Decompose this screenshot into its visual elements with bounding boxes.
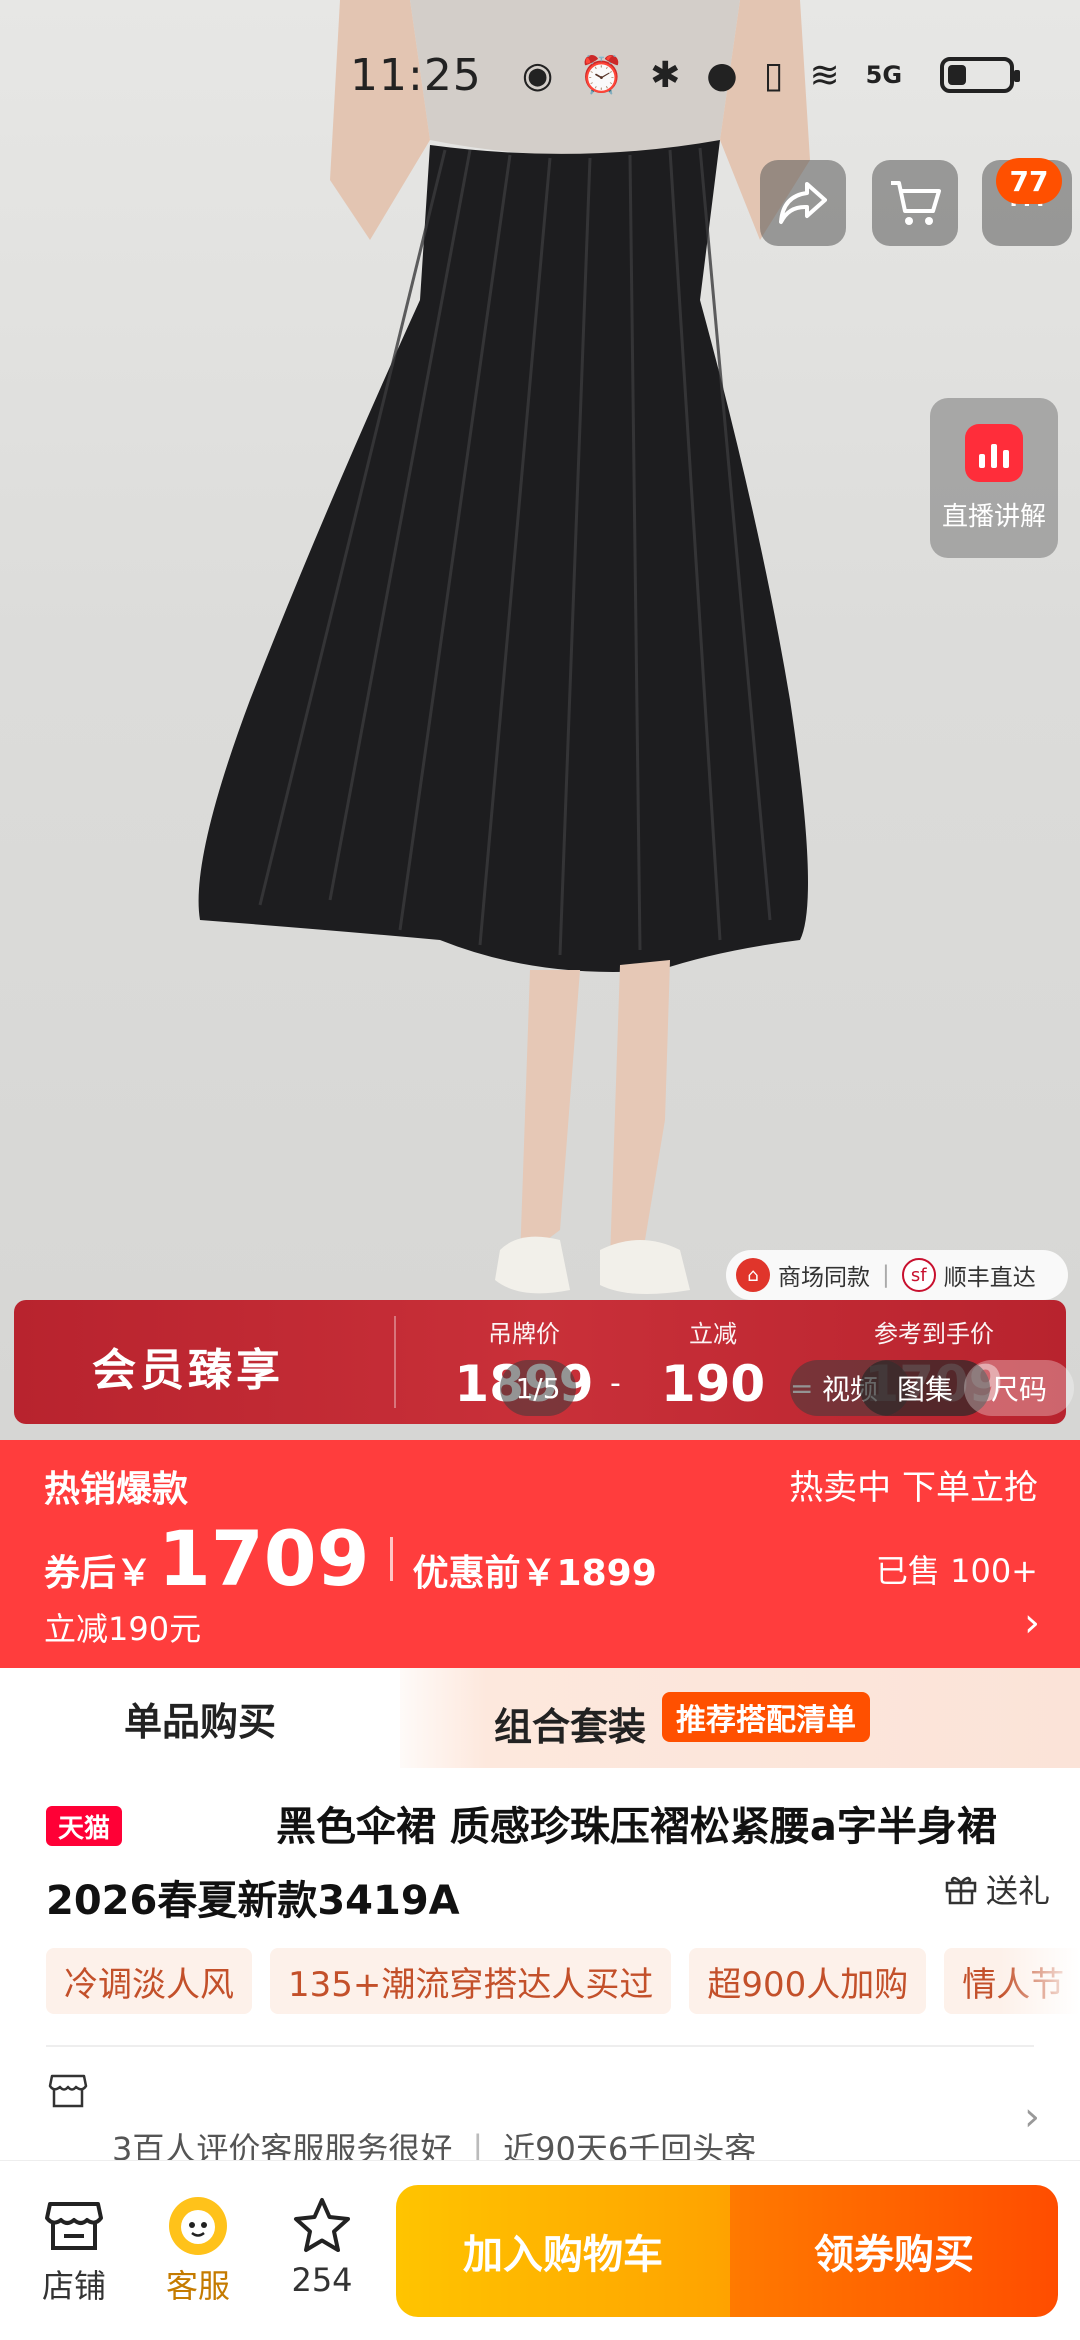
vibrate-icon: ▯ xyxy=(763,54,784,96)
product-tags: 冷调淡人风 135+潮流穿搭达人买过 超900人加购 情人节 xyxy=(46,1948,1080,2014)
customer-service-label: 客服 xyxy=(165,2267,230,2305)
shop-button[interactable]: 店铺 xyxy=(24,2191,124,2307)
purchase-tabs: 单品购买 组合套装 推荐搭配清单 xyxy=(0,1668,1080,1768)
recommend-list-badge[interactable]: 推荐搭配清单 xyxy=(662,1692,870,1742)
tab-combo[interactable]: 组合套装 xyxy=(494,1696,646,1751)
product-title: 黑色伞裙 质感珍珠压褶松紧腰a字半身裙 2026春夏新款3419A xyxy=(46,1804,997,1924)
sold-count: 已售 100+ xyxy=(875,1552,1038,1590)
minus-sign: - xyxy=(610,1366,621,1401)
live-label: 直播讲解 xyxy=(941,501,1046,532)
tag-item[interactable]: 冷调淡人风 xyxy=(46,1948,252,2014)
chevron-right-icon[interactable]: › xyxy=(1024,1600,1040,1646)
cart-count-badge: 77 xyxy=(996,158,1062,204)
gift-label: 送礼 xyxy=(985,1872,1050,1910)
reduce-note: 立减190元 xyxy=(44,1610,202,1648)
mall-bag-icon: ⌂ xyxy=(736,1258,770,1292)
after-coupon: 券后￥ 1709 优惠前￥1899 xyxy=(44,1514,657,1603)
status-time: 11:25 xyxy=(350,49,482,101)
tag-price-label: 吊牌价 xyxy=(488,1320,560,1348)
favorite-button[interactable]: 254 xyxy=(272,2191,372,2299)
before-discount-price: 优惠前￥1899 xyxy=(412,1553,657,1594)
reduce-label: 立减 xyxy=(689,1320,737,1348)
shop-label: 店铺 xyxy=(41,2267,106,2305)
status-bar: 11:25 ◉ ⏰ ✱ ● ▯ ≋ 5G xyxy=(350,40,1060,110)
service-tags: ⌂ 商场同款 | sf 顺丰直达 xyxy=(726,1250,1068,1300)
shop-icon xyxy=(45,2202,103,2250)
size-tab[interactable]: 尺码 xyxy=(964,1360,1074,1416)
tag-item[interactable]: 135+潮流穿搭达人买过 xyxy=(270,1948,672,2014)
eye-icon: ◉ xyxy=(521,54,554,96)
mall-tag-sf: 顺丰直达 xyxy=(943,1265,1036,1291)
cart-button[interactable] xyxy=(872,160,958,246)
mall-tag-same: 商场同款 xyxy=(778,1265,870,1291)
share-button[interactable] xyxy=(760,160,846,246)
reduce-col: 立减 190 xyxy=(648,1314,778,1413)
status-icons: ◉ ⏰ ✱ ● ▯ ≋ 5G xyxy=(521,54,1021,96)
tmall-badge: 天猫 xyxy=(46,1806,122,1846)
after-coupon-price: 1709 xyxy=(158,1514,370,1603)
star-icon xyxy=(294,2198,350,2252)
ref-price-label: 参考到手价 xyxy=(874,1320,994,1348)
add-to-cart-button[interactable]: 加入购物车 xyxy=(396,2185,730,2317)
sf-express-icon: sf xyxy=(901,1258,936,1292)
cart-icon xyxy=(891,181,941,225)
after-coupon-label: 券后￥ xyxy=(44,1553,153,1594)
favorite-count: 254 xyxy=(291,2261,353,2299)
live-explain-button[interactable]: 直播讲解 xyxy=(930,398,1058,558)
image-counter: 1/5 xyxy=(500,1360,576,1416)
chevron-right-icon[interactable]: › xyxy=(1024,2094,1040,2140)
alarm-icon: ⏰ xyxy=(579,55,625,96)
hot-sale-right: 热卖中 下单立抢 xyxy=(789,1468,1038,1508)
coupon-buy-button[interactable]: 领券购买 xyxy=(730,2185,1058,2317)
share-icon xyxy=(779,182,827,224)
tab-single-purchase[interactable]: 单品购买 xyxy=(0,1668,400,1768)
battery-icon xyxy=(940,57,1021,93)
bluetooth-icon: ✱ xyxy=(650,54,681,96)
reduce-value: 190 xyxy=(660,1355,766,1413)
location-icon: ● xyxy=(706,54,738,96)
gift-button[interactable]: 送礼 xyxy=(944,1866,1050,1912)
hot-sale-label: 热销爆款 xyxy=(44,1469,189,1510)
gift-icon xyxy=(945,1876,977,1905)
customer-service-button[interactable]: 客服 xyxy=(148,2191,248,2307)
network-label: 5G xyxy=(865,61,903,89)
customer-service-icon xyxy=(169,2197,227,2255)
wifi-icon: ≋ xyxy=(809,54,840,96)
price-section[interactable]: 热销爆款 热卖中 下单立抢 券后￥ 1709 优惠前￥1899 已售 100+ … xyxy=(0,1440,1080,1668)
bottom-bar: 店铺 客服 254 加入购物车 领券购买 xyxy=(0,2160,1080,2340)
store-icon[interactable] xyxy=(48,2072,88,2114)
tag-item[interactable]: 超900人加购 xyxy=(689,1948,927,2014)
member-title: 会员臻享 xyxy=(92,1345,284,1396)
live-icon xyxy=(965,423,1023,482)
